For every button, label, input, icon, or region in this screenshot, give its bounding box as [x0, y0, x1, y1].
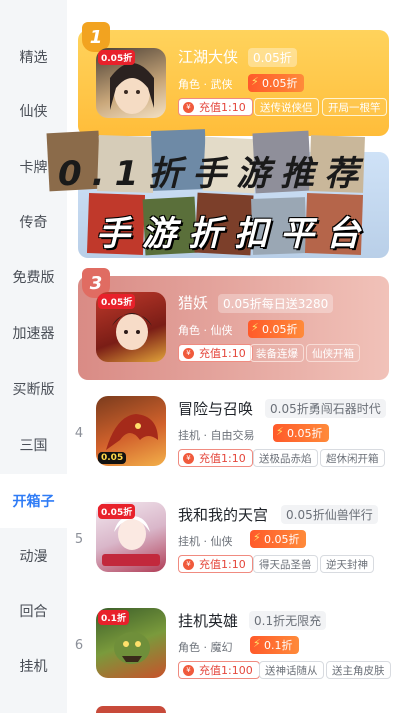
game-icon[interactable]: 0.05	[96, 396, 166, 466]
discount-tag: 0.05折	[98, 294, 136, 309]
bolt-icon: ⚡	[251, 321, 259, 334]
coin-icon: ¥	[183, 348, 194, 359]
banner-headline: 0.1折手游推荐	[58, 154, 369, 194]
bolt-icon: ⚡	[253, 531, 261, 544]
category-sidebar: 精选 仙侠 卡牌 传奇 免费版 加速器 买断版 三国 开箱子 动漫 回合 挂机	[0, 0, 67, 713]
game-title[interactable]: 猎妖	[178, 292, 208, 313]
discount-tag: 0.05	[98, 452, 127, 464]
game-meta: 挂机 · 仙侠	[178, 535, 233, 548]
discount-badge: ⚡ 0.05折	[273, 424, 329, 442]
feature-chip: 得天品圣兽	[253, 555, 318, 573]
game-meta: 角色 · 魔幻	[178, 641, 233, 654]
game-row-6[interactable]: 6 0.1折 挂机英雄 0.1折无限充 角色 · 魔幻 ⚡ 0.1折 ¥ 充值1:1…	[67, 604, 400, 694]
game-title[interactable]: 我和我的天宫	[178, 504, 268, 525]
sidebar-item-guaji[interactable]: 挂机	[0, 639, 67, 693]
game-row-5[interactable]: 5 0.05折 我和我的天宫 0.05折仙兽伴行 挂机 · 仙侠 ⚡ 0.05折 …	[67, 498, 400, 588]
sidebar-item-kaixiangzi[interactable]: 开箱子	[0, 474, 67, 528]
game-icon[interactable]: 0.05折	[96, 502, 166, 572]
game-icon[interactable]: 0.1折	[96, 608, 166, 678]
recharge-badge: ¥ 充值1:10	[178, 344, 253, 362]
recharge-badge: ¥ 充值1:10	[178, 98, 253, 116]
discount-badge: ⚡ 0.05折	[248, 74, 304, 92]
feature-chip: 开局一根竿	[322, 98, 387, 116]
sidebar-item-dongman[interactable]: 动漫	[0, 529, 67, 583]
feature-chip: 仙侠开箱	[306, 344, 360, 362]
game-meta: 角色 · 仙侠	[178, 324, 233, 337]
recharge-badge: ¥ 充值1:10	[178, 449, 253, 467]
rank-number: 4	[74, 426, 84, 441]
discount-tag: 0.1折	[98, 610, 129, 625]
discount-badge: ⚡ 0.1折	[250, 636, 299, 654]
game-meta: 角色 · 武侠	[178, 78, 233, 91]
sidebar-item-jingxuan[interactable]: 精选	[0, 30, 67, 84]
promo-overlay-banner: 0.1折手游推荐 手游折扣平台	[46, 128, 388, 268]
game-ranking-list: 1 0.05折 江湖大侠 0.05折 角色 · 武侠 ⚡ 0.05折 ¥ 充值1:1…	[67, 0, 400, 713]
game-row-7-peek	[96, 706, 166, 713]
game-title[interactable]: 挂机英雄	[178, 610, 238, 631]
bolt-icon: ⚡	[253, 637, 261, 650]
coin-icon: ¥	[183, 102, 194, 113]
game-icon[interactable]: 0.05折	[96, 48, 166, 118]
recharge-badge: ¥ 充值1:100	[178, 661, 260, 679]
promo-label: 0.05折每日送3280	[218, 294, 334, 313]
sidebar-item-huihe[interactable]: 回合	[0, 584, 67, 638]
discount-badge: ⚡ 0.05折	[250, 530, 306, 548]
sidebar-item-sanguo[interactable]: 三国	[0, 418, 67, 472]
coin-icon: ¥	[183, 559, 194, 570]
rank-number: 6	[74, 638, 84, 653]
bolt-icon: ⚡	[251, 75, 259, 88]
discount-tag: 0.05折	[98, 50, 136, 65]
feature-chip: 送极品赤焰	[253, 449, 318, 467]
promo-label: 0.05折勇闯石器时代	[265, 399, 386, 418]
game-card-3[interactable]: 3 0.05折 猎妖 0.05折每日送3280 角色 · 仙侠 ⚡ 0.05折 ¥…	[78, 268, 389, 380]
game-row-4[interactable]: 4 0.05 冒险与召唤 0.05折勇闯石器时代 挂机 · 自由交易 ⚡ 0.05…	[67, 392, 400, 482]
feature-chip: 逆天封神	[320, 555, 374, 573]
game-title[interactable]: 冒险与召唤	[178, 398, 253, 419]
promo-label: 0.1折无限充	[249, 611, 327, 630]
discount-tag: 0.05折	[98, 504, 136, 519]
game-card-1[interactable]: 1 0.05折 江湖大侠 0.05折 角色 · 武侠 ⚡ 0.05折 ¥ 充值1:1…	[78, 22, 389, 136]
feature-chip: 装备连爆	[250, 344, 304, 362]
coin-icon: ¥	[183, 453, 194, 464]
game-meta: 挂机 · 自由交易	[178, 429, 255, 442]
game-title[interactable]: 江湖大侠	[178, 46, 238, 67]
banner-subheadline: 手游折扣平台	[96, 214, 372, 254]
promo-label: 0.05折仙兽伴行	[281, 505, 378, 524]
rank-number: 5	[74, 532, 84, 547]
game-icon[interactable]: 0.05折	[96, 292, 166, 362]
feature-chip: 送传说侠侣	[254, 98, 319, 116]
feature-chip: 送神话随从	[259, 661, 324, 679]
feature-chip: 送主角皮肤	[326, 661, 391, 679]
promo-label: 0.05折	[248, 48, 297, 67]
app-screen: 精选 仙侠 卡牌 传奇 免费版 加速器 买断版 三国 开箱子 动漫 回合 挂机 …	[0, 0, 400, 713]
sidebar-item-jiasuqi[interactable]: 加速器	[0, 306, 67, 360]
coin-icon: ¥	[183, 665, 194, 676]
discount-badge: ⚡ 0.05折	[248, 320, 304, 338]
feature-chip: 超休闲开箱	[320, 449, 385, 467]
bolt-icon: ⚡	[276, 425, 284, 438]
sidebar-item-maiduan[interactable]: 买断版	[0, 362, 67, 416]
recharge-badge: ¥ 充值1:10	[178, 555, 253, 573]
